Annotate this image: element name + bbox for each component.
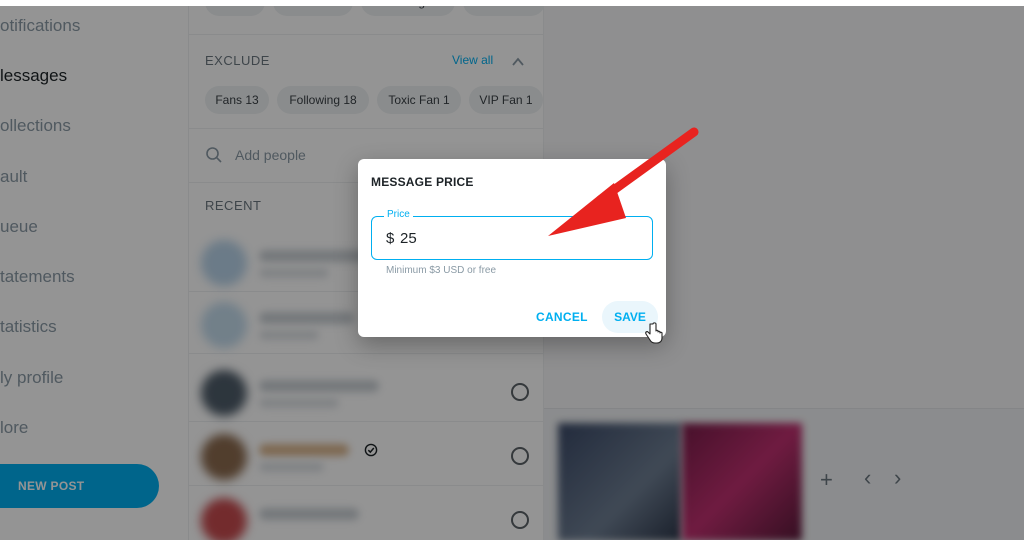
currency-symbol: $ (386, 230, 395, 247)
price-input[interactable] (400, 228, 550, 248)
price-field[interactable]: Price $ (371, 209, 653, 260)
frame-bottom-edge (0, 540, 1024, 545)
price-field-label: Price (384, 209, 413, 220)
dialog-title: MESSAGE PRICE (371, 175, 474, 189)
price-helper-text: Minimum $3 USD or free (386, 265, 497, 276)
hand-cursor-icon (645, 322, 663, 344)
message-price-dialog: MESSAGE PRICE Price $ Minimum $3 USD or … (358, 159, 666, 337)
app-window: otifications lessages ollections ault ue… (0, 0, 1024, 545)
cancel-button[interactable]: CANCEL (536, 310, 588, 324)
frame-top-edge (0, 0, 1024, 6)
